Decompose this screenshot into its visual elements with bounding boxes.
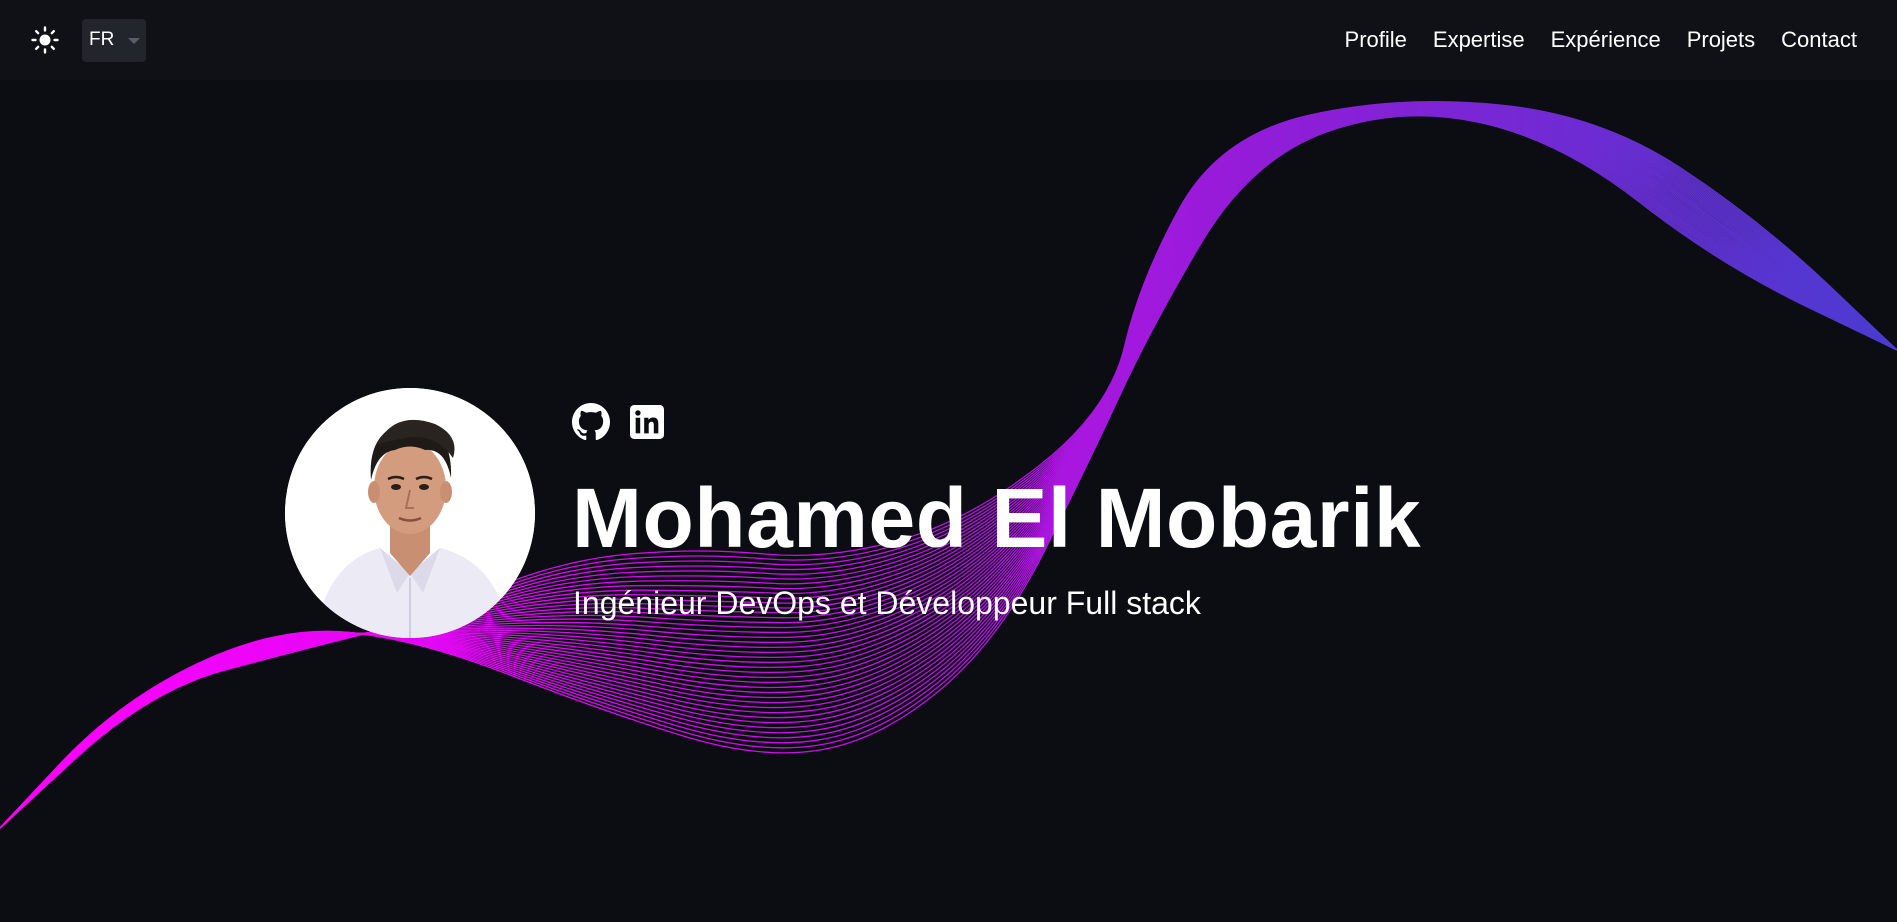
github-link[interactable] (572, 403, 610, 441)
linkedin-icon (630, 405, 664, 439)
nav-link-experience[interactable]: Expérience (1551, 27, 1661, 53)
header-controls: FR (28, 18, 146, 62)
nav-link-projets[interactable]: Projets (1687, 27, 1755, 53)
language-select[interactable]: FR (82, 18, 146, 62)
hero-section: Mohamed El Mobarik Ingénieur DevOps et D… (0, 0, 1897, 922)
linkedin-link[interactable] (628, 403, 666, 441)
nav-link-expertise[interactable]: Expertise (1433, 27, 1525, 53)
language-selected-value: FR (89, 29, 115, 50)
theme-toggle-button[interactable] (28, 23, 62, 57)
profile-photo (285, 388, 535, 638)
nav-link-contact[interactable]: Contact (1781, 27, 1857, 53)
hero-role: Ingénieur DevOps et Développeur Full sta… (573, 585, 1201, 621)
chevron-down-icon (128, 38, 141, 44)
sun-icon (31, 26, 59, 54)
main-nav: Profile Expertise Expérience Projets Con… (1345, 27, 1857, 53)
social-links (572, 403, 666, 441)
github-icon (572, 403, 610, 441)
hero-name: Mohamed El Mobarik (572, 471, 1422, 565)
top-navbar: FR Profile Expertise Expérience Projets … (0, 0, 1897, 80)
profile-avatar (285, 388, 535, 638)
nav-link-profile[interactable]: Profile (1345, 27, 1407, 53)
page: FR Profile Expertise Expérience Projets … (0, 0, 1897, 922)
